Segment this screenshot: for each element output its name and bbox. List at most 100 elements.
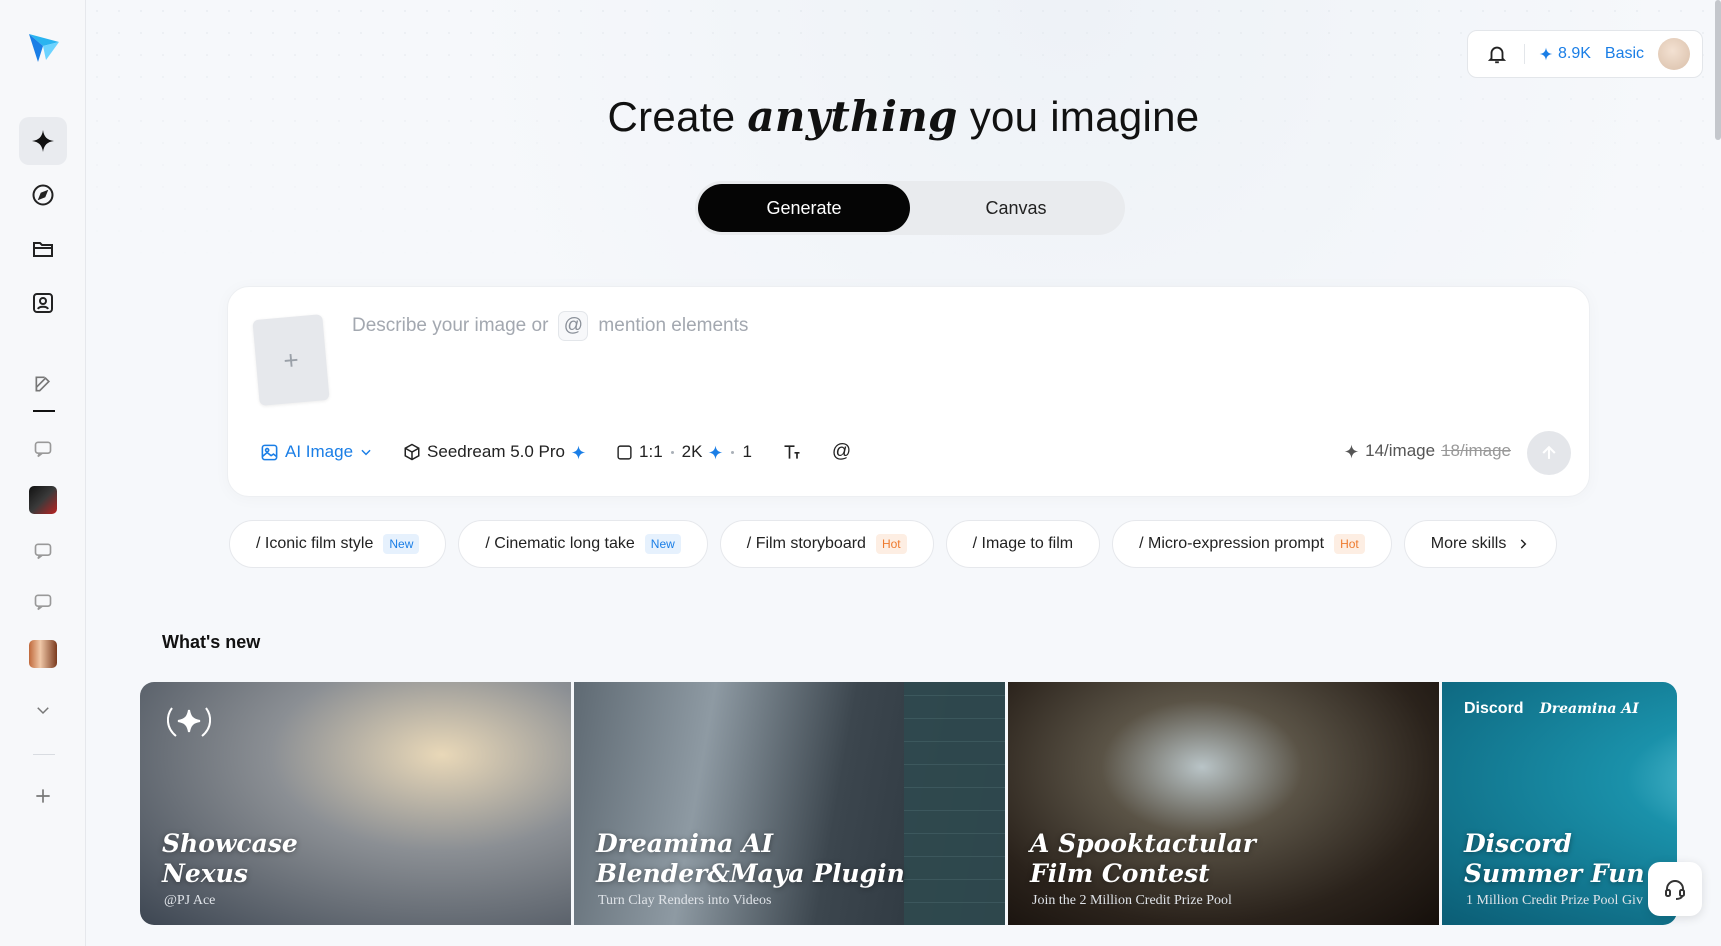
news-card-subtitle: Turn Clay Renders into Videos: [598, 893, 772, 908]
news-card-title: A Spooktactular Film Contest: [1030, 829, 1256, 889]
chat-icon: [34, 594, 52, 611]
dreamina-logo: Dreamina AI: [1539, 701, 1639, 717]
sidebar-history-chat-1[interactable]: [31, 437, 55, 461]
skill-chip[interactable]: / Cinematic long take New: [458, 520, 708, 568]
cost-original: 18/image: [1441, 441, 1511, 460]
resolution-label: 2K: [681, 442, 703, 461]
sidebar-expand-button[interactable]: [31, 698, 55, 722]
sidebar-new-project-button[interactable]: [31, 372, 55, 396]
cost-value: 14/image: [1365, 441, 1436, 460]
profile-card-icon: [33, 293, 53, 313]
status-badge: Hot: [1334, 534, 1365, 554]
plus-icon: [36, 789, 50, 803]
chevron-right-icon: [1521, 539, 1527, 549]
prompt-placeholder-after: mention elements: [598, 315, 749, 336]
chevron-down-icon: [37, 707, 49, 715]
news-card-title-line: Blender&Maya Plugin: [596, 859, 905, 888]
credits-display[interactable]: 8.9K: [1539, 45, 1591, 63]
image-icon: [261, 444, 278, 460]
news-card-title-line: Showcase: [162, 829, 298, 858]
news-card-subtitle: 1 Million Credit Prize Pool Giv: [1466, 893, 1643, 908]
model-label: Seedream 5.0 Pro: [427, 442, 566, 461]
more-skills-button[interactable]: More skills: [1403, 520, 1558, 568]
sidebar-explore-button[interactable]: [19, 171, 67, 219]
news-card-subtitle: @PJ Ace: [164, 893, 216, 908]
skill-chip[interactable]: / Film storyboard Hot: [719, 520, 934, 568]
chat-icon: [34, 441, 52, 458]
sidebar-profile-button[interactable]: [19, 279, 67, 327]
chevron-down-icon: [361, 449, 371, 456]
cube-icon: [404, 443, 420, 461]
scrollbar[interactable]: [1715, 0, 1721, 140]
separator-dot: [731, 450, 735, 454]
sidebar-history-thumbnail-2[interactable]: [29, 640, 57, 668]
news-card-title: Showcase Nexus: [162, 829, 298, 889]
prompt-placeholder-before: Describe your image or: [352, 315, 549, 336]
tab-generate[interactable]: Generate: [698, 184, 910, 232]
news-card[interactable]: Dreamina AI Blender&Maya Plugin Turn Clay…: [574, 682, 1005, 925]
status-badge: New: [383, 534, 420, 554]
support-button[interactable]: [1648, 862, 1702, 916]
cost-display: 14/image 18/image: [1344, 441, 1511, 461]
sidebar: [0, 0, 86, 946]
sparkle-icon: [709, 445, 723, 459]
news-card-subtitle: Join the 2 Million Credit Prize Pool: [1032, 893, 1232, 908]
app-logo-icon[interactable]: [26, 28, 62, 64]
sparkle-icon: [1344, 444, 1359, 458]
title-emphasis: anything: [747, 92, 958, 141]
add-reference-button[interactable]: +: [252, 314, 330, 406]
text-icon: [784, 445, 800, 459]
headset-icon: [1665, 880, 1685, 900]
news-card-title-line: Dreamina AI: [596, 829, 774, 858]
generation-type-dropdown[interactable]: AI Image: [260, 442, 373, 462]
whats-new-carousel: Showcase Nexus @PJ Ace Dreamina AI Blender…: [140, 682, 1677, 925]
send-button[interactable]: [1527, 431, 1571, 475]
sidebar-divider: [33, 754, 55, 755]
sidebar-assets-button[interactable]: [19, 225, 67, 273]
account-bar: 8.9K Basic: [1467, 30, 1703, 78]
skill-chip[interactable]: / Micro-expression prompt Hot: [1112, 520, 1392, 568]
skill-label: / Iconic film style: [256, 535, 374, 552]
sparkle-icon: [571, 445, 586, 459]
news-card[interactable]: A Spooktactular Film Contest Join the 2 M…: [1008, 682, 1439, 925]
news-card-title-line: A Spooktactular: [1030, 829, 1256, 858]
status-badge: Hot: [875, 534, 907, 554]
sidebar-add-button[interactable]: [31, 784, 55, 808]
laurel-star-icon: [166, 707, 212, 737]
sparkle-icon: [1539, 47, 1553, 61]
sidebar-divider: [33, 410, 55, 412]
plan-label[interactable]: Basic: [1605, 45, 1644, 63]
plus-icon: +: [282, 343, 300, 376]
text-style-button[interactable]: [782, 442, 802, 462]
skill-label: / Cinematic long take: [485, 535, 635, 552]
tab-canvas[interactable]: Canvas: [910, 184, 1122, 232]
sidebar-history-chat-2[interactable]: [31, 539, 55, 563]
page-title: Create anything you imagine: [0, 92, 1721, 141]
sidebar-history-thumbnail-1[interactable]: [29, 486, 57, 514]
skill-chip[interactable]: / Image to film: [945, 520, 1101, 568]
bell-icon[interactable]: [1486, 43, 1508, 65]
skill-label: / Film storyboard: [746, 535, 866, 552]
skill-chip[interactable]: / Iconic film style New: [229, 520, 447, 568]
grid-panel: [904, 682, 1005, 925]
news-card-title-line: Summer Fun: [1464, 859, 1645, 888]
news-card-title-line: Film Contest: [1030, 859, 1210, 888]
mode-switcher: Generate Canvas: [695, 181, 1125, 235]
credits-value: 8.9K: [1558, 45, 1591, 62]
prompt-toolbar: AI Image Seedream 5.0 Pro 1:1 2K 1 @: [260, 441, 881, 463]
prompt-input[interactable]: Describe your image or @ mention element…: [352, 311, 748, 341]
news-card[interactable]: Showcase Nexus @PJ Ace: [140, 682, 571, 925]
avatar[interactable]: [1658, 38, 1690, 70]
news-card[interactable]: Discord Dreamina AI Discord Summer Fun 1 …: [1442, 682, 1677, 925]
chat-icon: [34, 543, 52, 560]
news-card-brands: Discord Dreamina AI: [1464, 700, 1639, 718]
mention-button[interactable]: @: [832, 441, 851, 463]
sidebar-history-chat-3[interactable]: [31, 590, 55, 614]
ratio-label: 1:1: [639, 442, 663, 461]
separator-dot: [670, 450, 674, 454]
discord-logo: Discord: [1464, 700, 1524, 717]
ratio-resolution-selector[interactable]: 1:1 2K 1: [616, 442, 752, 462]
prompt-card: + Describe your image or @ mention eleme…: [227, 286, 1590, 497]
model-selector[interactable]: Seedream 5.0 Pro: [403, 442, 586, 462]
mention-chip[interactable]: @: [558, 311, 589, 341]
